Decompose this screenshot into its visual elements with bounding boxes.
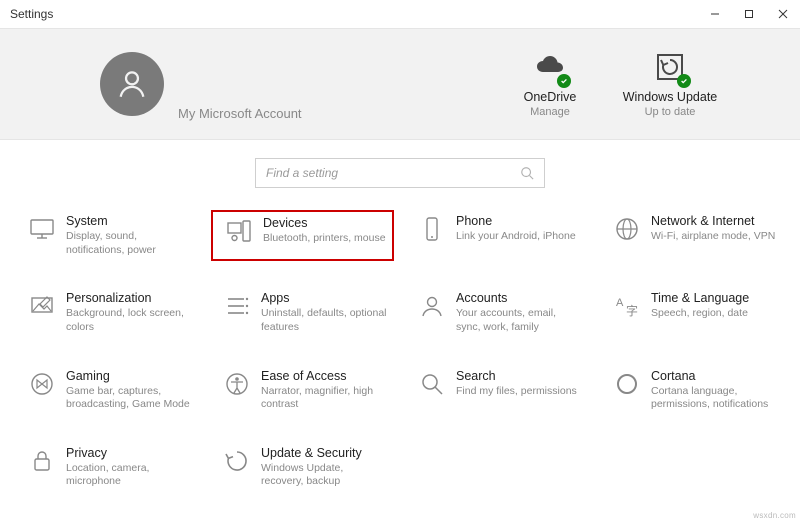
tile-title: Ease of Access (261, 369, 388, 383)
watermark: wsxdn.com (753, 511, 796, 520)
svg-text:字: 字 (626, 303, 638, 318)
tile-desc: Background, lock screen, colors (66, 307, 193, 334)
devices-icon (219, 216, 259, 255)
ease-of-access-icon (217, 369, 257, 412)
tile-apps[interactable]: Apps Uninstall, defaults, optional featur… (211, 287, 394, 338)
tile-title: Cortana (651, 369, 778, 383)
tile-update-security[interactable]: Update & Security Windows Update, recover… (211, 442, 394, 493)
update-security-icon (217, 446, 257, 489)
avatar[interactable] (100, 52, 164, 116)
search-tile-icon (412, 369, 452, 412)
cloud-icon (533, 50, 567, 84)
minimize-button[interactable] (698, 0, 732, 28)
quick-windows-update[interactable]: Windows Update Up to date (610, 50, 730, 118)
tile-desc: Game bar, captures, broadcasting, Game M… (66, 385, 193, 412)
gaming-icon (22, 369, 62, 412)
personalization-icon (22, 291, 62, 334)
account-name[interactable]: My Microsoft Account (178, 106, 302, 121)
tile-title: Apps (261, 291, 388, 305)
check-badge-icon (677, 74, 691, 88)
update-icon (653, 50, 687, 84)
tile-title: Search (456, 369, 577, 383)
apps-icon (217, 291, 257, 334)
tile-title: Gaming (66, 369, 193, 383)
quick-title: Windows Update (623, 90, 718, 104)
tile-desc: Narrator, magnifier, high contrast (261, 385, 388, 412)
system-icon (22, 214, 62, 257)
time-language-icon: A字 (607, 291, 647, 334)
quick-title: OneDrive (524, 90, 577, 104)
tile-title: Personalization (66, 291, 193, 305)
tile-desc: Your accounts, email, sync, work, family (456, 307, 583, 334)
tile-title: Network & Internet (651, 214, 775, 228)
tile-desc: Cortana language, permissions, notificat… (651, 385, 778, 412)
tile-search[interactable]: Search Find my files, permissions (406, 365, 589, 416)
tile-desc: Uninstall, defaults, optional features (261, 307, 388, 334)
tile-gaming[interactable]: Gaming Game bar, captures, broadcasting, … (16, 365, 199, 416)
accounts-icon (412, 291, 452, 334)
tile-desc: Wi-Fi, airplane mode, VPN (651, 230, 775, 244)
tile-title: System (66, 214, 193, 228)
tile-title: Privacy (66, 446, 193, 460)
tile-time-language[interactable]: A字 Time & Language Speech, region, date (601, 287, 784, 338)
quick-onedrive[interactable]: OneDrive Manage (490, 50, 610, 118)
tile-privacy[interactable]: Privacy Location, camera, microphone (16, 442, 199, 493)
window-titlebar: Settings (0, 0, 800, 28)
network-icon (607, 214, 647, 257)
tile-desc: Display, sound, notifications, power (66, 230, 193, 257)
quick-sub: Up to date (645, 106, 696, 118)
window-title: Settings (10, 7, 53, 21)
search-input[interactable]: Find a setting (255, 158, 545, 188)
person-icon (115, 67, 149, 101)
tile-desc: Speech, region, date (651, 307, 749, 321)
tile-accounts[interactable]: Accounts Your accounts, email, sync, work… (406, 287, 589, 338)
svg-text:A: A (616, 297, 624, 309)
search-icon (520, 166, 534, 180)
account-header: My Microsoft Account OneDrive Manage Win… (0, 28, 800, 140)
tile-desc: Link your Android, iPhone (456, 230, 576, 244)
tile-desc: Find my files, permissions (456, 385, 577, 399)
tile-desc: Bluetooth, printers, mouse (263, 232, 386, 246)
cortana-icon (607, 369, 647, 412)
search-placeholder: Find a setting (266, 166, 520, 180)
tile-personalization[interactable]: Personalization Background, lock screen, … (16, 287, 199, 338)
tile-desc: Windows Update, recovery, backup (261, 462, 388, 489)
privacy-icon (22, 446, 62, 489)
tile-ease-of-access[interactable]: Ease of Access Narrator, magnifier, high … (211, 365, 394, 416)
tile-system[interactable]: System Display, sound, notifications, pow… (16, 210, 199, 261)
tile-title: Update & Security (261, 446, 388, 460)
quick-sub: Manage (530, 106, 570, 118)
phone-icon (412, 214, 452, 257)
tile-devices[interactable]: Devices Bluetooth, printers, mouse (211, 210, 394, 261)
check-badge-icon (557, 74, 571, 88)
tile-title: Phone (456, 214, 576, 228)
tile-title: Time & Language (651, 291, 749, 305)
tile-desc: Location, camera, microphone (66, 462, 193, 489)
tile-cortana[interactable]: Cortana Cortana language, permissions, no… (601, 365, 784, 416)
tile-title: Devices (263, 216, 386, 230)
tile-network[interactable]: Network & Internet Wi-Fi, airplane mode, … (601, 210, 784, 261)
close-button[interactable] (766, 0, 800, 28)
tile-title: Accounts (456, 291, 583, 305)
maximize-button[interactable] (732, 0, 766, 28)
tile-phone[interactable]: Phone Link your Android, iPhone (406, 210, 589, 261)
category-grid: System Display, sound, notifications, pow… (0, 210, 800, 493)
